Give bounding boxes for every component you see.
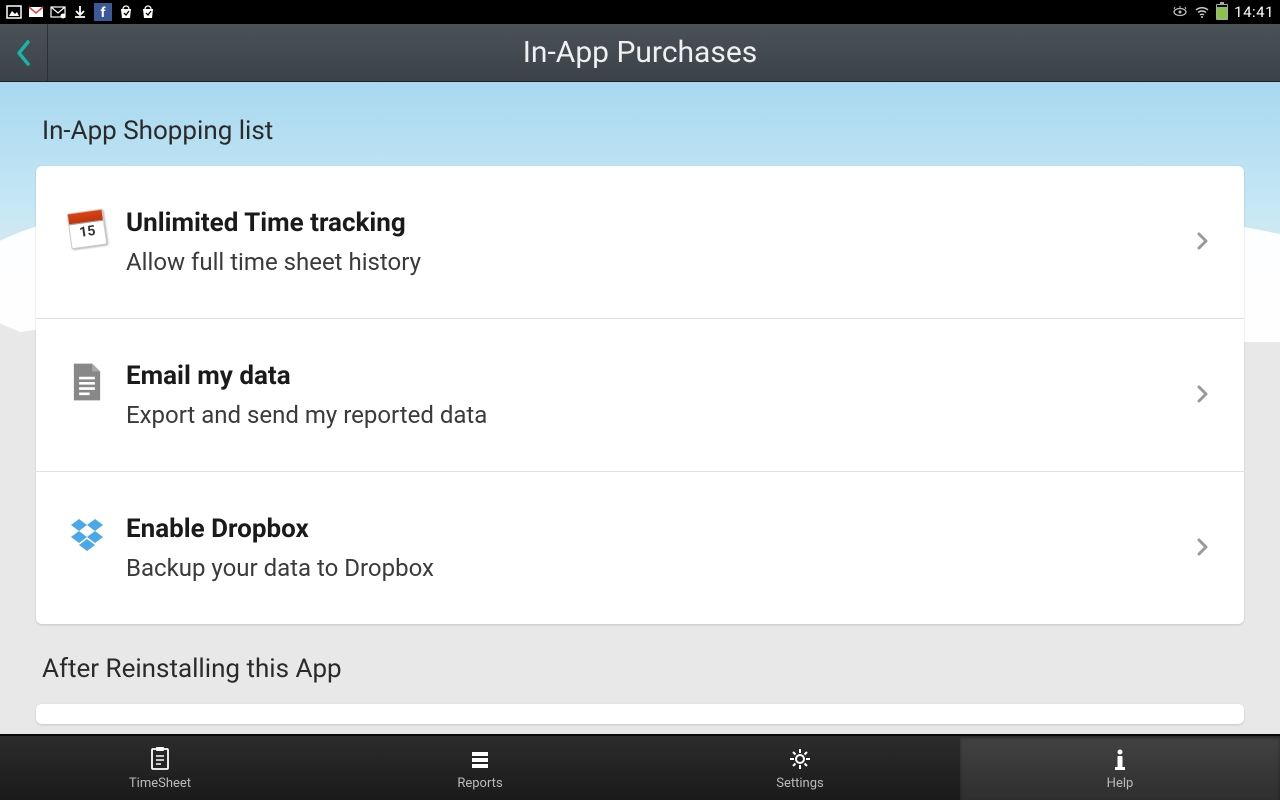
- bottom-tab-bar: TimeSheet Reports Settings Help: [0, 734, 1280, 800]
- image-icon: [6, 4, 22, 20]
- shopping-icon: [118, 4, 134, 20]
- calendar-icon: [66, 208, 108, 250]
- chevron-right-icon: [1194, 385, 1214, 405]
- chevron-left-icon: [15, 39, 33, 67]
- battery-icon: [1216, 4, 1228, 20]
- document-icon: [66, 361, 108, 403]
- wifi-icon: [1194, 4, 1210, 20]
- tab-label: Settings: [776, 776, 823, 791]
- tab-label: Reports: [457, 776, 502, 791]
- back-button[interactable]: [0, 24, 48, 81]
- item-title: Email my data: [126, 361, 1194, 391]
- tab-help[interactable]: Help: [960, 736, 1280, 800]
- dropbox-icon: [66, 514, 108, 556]
- facebook-icon: f: [94, 3, 112, 21]
- item-title: Unlimited Time tracking: [126, 208, 1194, 238]
- download-icon: [72, 4, 88, 20]
- item-title: Enable Dropbox: [126, 514, 1194, 544]
- item-subtitle: Backup your data to Dropbox: [126, 554, 1194, 582]
- tab-reports[interactable]: Reports: [320, 736, 640, 800]
- item-email-my-data[interactable]: Email my data Export and send my reporte…: [36, 319, 1244, 472]
- page-title: In-App Purchases: [0, 35, 1280, 70]
- item-enable-dropbox[interactable]: Enable Dropbox Backup your data to Dropb…: [36, 472, 1244, 624]
- tab-label: TimeSheet: [129, 776, 191, 791]
- shopping-list-card: Unlimited Time tracking Allow full time …: [36, 166, 1244, 624]
- mail-icon: [50, 4, 66, 20]
- reinstall-card: [36, 704, 1244, 724]
- section-header-reinstall: After Reinstalling this App: [36, 654, 1244, 684]
- timesheet-icon: [146, 745, 174, 773]
- info-icon: [1106, 745, 1134, 773]
- clock-text: 14:41: [1234, 3, 1274, 21]
- chevron-right-icon: [1194, 232, 1214, 252]
- status-bar: f 14:41: [0, 0, 1280, 24]
- item-subtitle: Allow full time sheet history: [126, 248, 1194, 276]
- gmail-icon: [28, 4, 44, 20]
- action-bar: In-App Purchases: [0, 24, 1280, 82]
- chevron-right-icon: [1194, 538, 1214, 558]
- reports-icon: [466, 745, 494, 773]
- item-subtitle: Export and send my reported data: [126, 401, 1194, 429]
- shopping-icon-2: [140, 4, 156, 20]
- tab-label: Help: [1107, 776, 1134, 791]
- content-area: In-App Shopping list Unlimited Time trac…: [0, 82, 1280, 734]
- eye-icon: [1172, 4, 1188, 20]
- section-header-shopping: In-App Shopping list: [36, 116, 1244, 146]
- item-unlimited-time-tracking[interactable]: Unlimited Time tracking Allow full time …: [36, 166, 1244, 319]
- tab-settings[interactable]: Settings: [640, 736, 960, 800]
- gear-icon: [786, 745, 814, 773]
- tab-timesheet[interactable]: TimeSheet: [0, 736, 320, 800]
